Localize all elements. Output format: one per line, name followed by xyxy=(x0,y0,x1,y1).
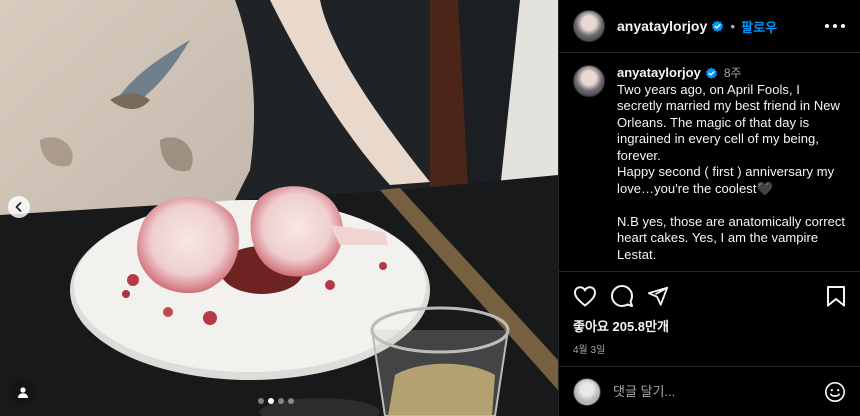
more-options-icon[interactable] xyxy=(824,23,846,29)
caption-author-username[interactable]: anyataylorjoy xyxy=(617,65,701,82)
comment-input[interactable] xyxy=(613,384,824,399)
emoji-icon[interactable] xyxy=(824,381,846,403)
post-photo[interactable] xyxy=(0,0,558,416)
user-tag-icon xyxy=(18,387,28,398)
caption-name-line: anyataylorjoy 8주 xyxy=(617,65,846,82)
carousel-indicator xyxy=(258,398,294,404)
likes-count[interactable]: 좋아요 205.8만개 xyxy=(573,316,846,335)
header-separator: • xyxy=(730,18,736,34)
post-date[interactable]: 4월 3일 xyxy=(573,341,846,356)
caption-author-avatar[interactable] xyxy=(573,65,605,97)
caption-body: anyataylorjoy 8주 Two years ago, on April… xyxy=(617,65,846,263)
comment-icon[interactable] xyxy=(610,284,634,308)
post-time[interactable]: 8주 xyxy=(724,65,742,82)
carousel-prev-button[interactable] xyxy=(8,196,30,218)
carousel-dot xyxy=(258,398,264,404)
post-header: anyataylorjoy • 팔로우 xyxy=(559,0,860,53)
chevron-left-icon xyxy=(15,202,22,212)
post-caption: anyataylorjoy 8주 Two years ago, on April… xyxy=(573,65,846,263)
verified-badge-icon xyxy=(705,67,718,80)
viewer-avatar xyxy=(573,377,601,406)
post-side-panel: anyataylorjoy • 팔로우 anyataylorjoy 8주 Two… xyxy=(558,0,860,416)
photo-illustration xyxy=(0,0,558,416)
comment-composer xyxy=(559,366,860,416)
follow-button[interactable]: 팔로우 xyxy=(741,17,777,36)
carousel-dot xyxy=(288,398,294,404)
action-bar xyxy=(573,284,846,308)
author-avatar[interactable] xyxy=(573,10,605,42)
instagram-post: anyataylorjoy • 팔로우 anyataylorjoy 8주 Two… xyxy=(0,0,860,416)
bookmark-icon[interactable] xyxy=(826,285,846,307)
carousel-dot-active xyxy=(268,398,274,404)
carousel-dot xyxy=(278,398,284,404)
caption-text: Two years ago, on April Fools, I secretl… xyxy=(617,81,846,262)
user-tag-button[interactable] xyxy=(10,379,36,405)
share-icon[interactable] xyxy=(647,285,669,307)
author-username[interactable]: anyataylorjoy xyxy=(617,18,707,34)
comments-area[interactable]: anyataylorjoy 8주 Two years ago, on April… xyxy=(559,53,860,271)
verified-badge-icon xyxy=(711,20,724,33)
heart-icon[interactable] xyxy=(573,285,597,307)
post-actions-section: 좋아요 205.8만개 4월 3일 xyxy=(559,271,860,366)
